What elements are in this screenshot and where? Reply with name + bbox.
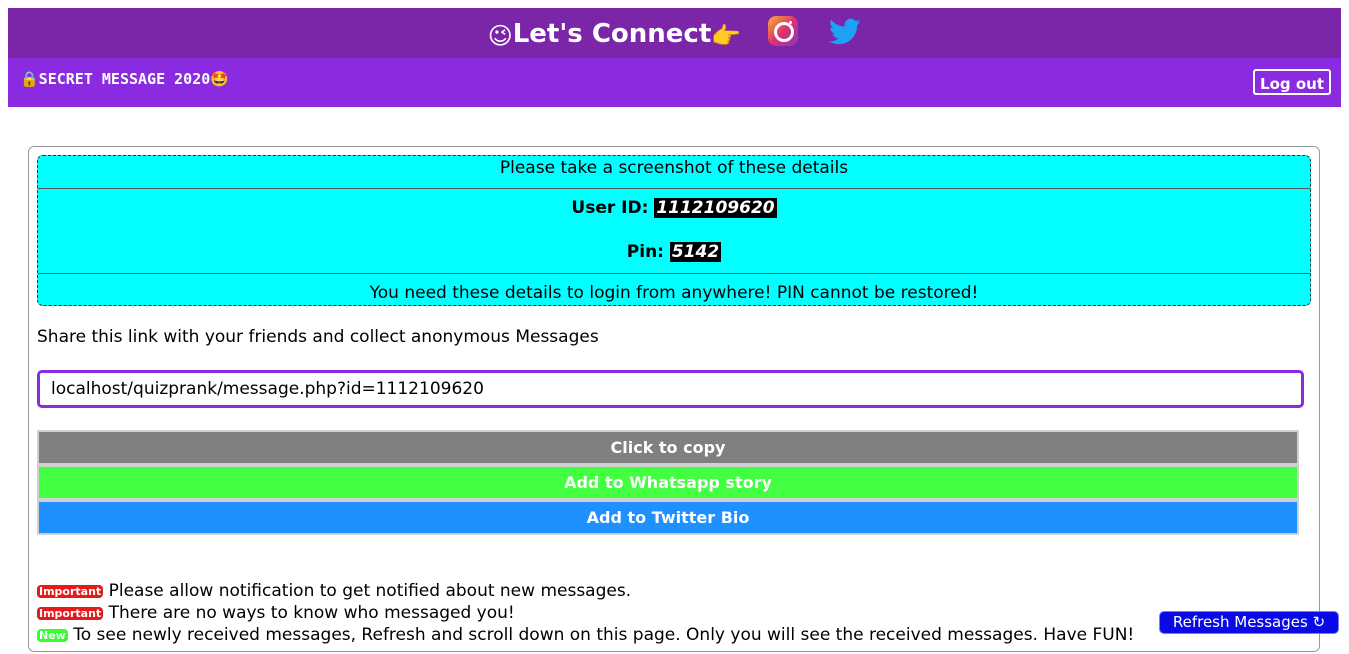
share-instructions: Share this link with your friends and co… [37, 327, 599, 347]
note-item: Important There are no ways to know who … [37, 602, 1134, 624]
user-id-label: User ID: [571, 198, 649, 218]
new-badge: New [37, 629, 68, 642]
important-badge: Important [37, 585, 104, 598]
user-id-row: User ID: 1112109620 [38, 198, 1310, 218]
user-id-value: 1112109620 [654, 198, 777, 218]
copy-button[interactable]: Click to copy [37, 430, 1299, 465]
header-title: Let's Connect [512, 19, 712, 49]
pin-row: Pin: 5142 [38, 242, 1310, 262]
instagram-icon[interactable] [768, 16, 799, 46]
screenshot-note: Please take a screenshot of these detail… [38, 156, 1310, 189]
pointing-hand-icon: 👉 [711, 22, 742, 50]
header-title-row: 😉Let's Connect👉 [8, 16, 1341, 54]
refresh-messages-button[interactable]: Refresh Messages ↻ [1159, 611, 1339, 634]
notes-list: Important Please allow notification to g… [37, 580, 1134, 646]
credentials-box: Please take a screenshot of these detail… [37, 155, 1311, 306]
whatsapp-story-button[interactable]: Add to Whatsapp story [37, 465, 1299, 500]
twitter-icon[interactable] [829, 18, 861, 54]
logout-button[interactable]: Log out [1253, 69, 1331, 95]
note-item: Important Please allow notification to g… [37, 580, 1134, 602]
twitter-bio-button[interactable]: Add to Twitter Bio [37, 500, 1299, 535]
pin-label: Pin: [626, 242, 664, 262]
wink-emoji-icon: 😉 [487, 22, 513, 50]
note-text: To see newly received messages, Refresh … [73, 625, 1135, 645]
note-item: New To see newly received messages, Refr… [37, 624, 1134, 646]
note-text: There are no ways to know who messaged y… [108, 603, 515, 623]
important-badge: Important [37, 607, 104, 620]
note-text: Please allow notification to get notifie… [108, 581, 632, 601]
navbar: 🔒SECRET MESSAGE 2020🤩 Log out [8, 58, 1341, 107]
pin-value: 5142 [669, 242, 722, 262]
header-bar: 😉Let's Connect👉 [8, 8, 1341, 58]
login-note: You need these details to login from any… [38, 273, 1310, 307]
share-link-input[interactable] [37, 370, 1304, 408]
brand-title[interactable]: 🔒SECRET MESSAGE 2020🤩 [20, 70, 229, 88]
